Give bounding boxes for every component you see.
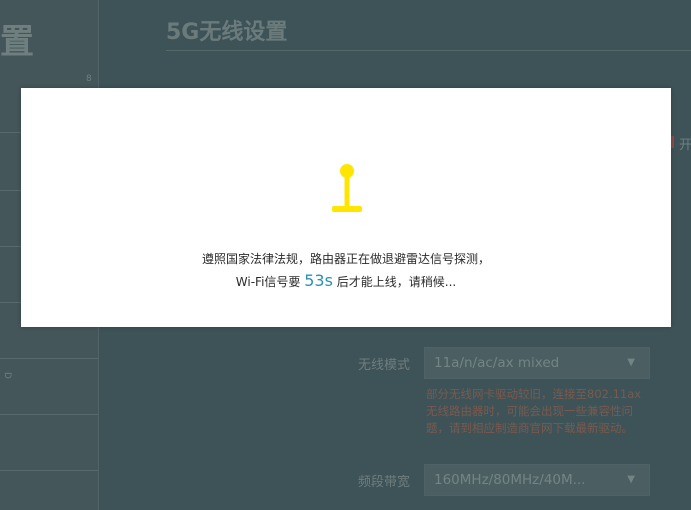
mode-select[interactable]: 11a/n/ac/ax mixed ▼	[424, 347, 650, 379]
mode-select-value: 11a/n/ac/ax mixed	[434, 355, 560, 371]
dialog-message-prefix: Wi-Fi信号要	[235, 275, 305, 289]
bandwidth-label: 频段带宽	[357, 475, 410, 490]
chevron-down-icon: ▼	[627, 357, 635, 368]
dialog-message-line1: 遵照国家法律法规，路由器正在做退避雷达信号探测，	[201, 252, 490, 266]
sidebar-title: 置	[0, 22, 34, 62]
radar-detection-dialog: 遵照国家法律法规，路由器正在做退避雷达信号探测， Wi-Fi信号要 53s 后才…	[21, 88, 671, 327]
bandwidth-select-value: 160MHz/80MHz/40M...	[434, 472, 586, 488]
sidebar-divider	[0, 470, 98, 471]
dialog-message-line2: Wi-Fi信号要 53s 后才能上线，请稍候...	[21, 271, 671, 290]
radar-antenna-icon	[332, 164, 362, 212]
sidebar-divider	[0, 358, 98, 359]
page-title: 5G无线设置	[166, 20, 288, 45]
mode-hint: 部分无线网卡驱动较旧，连接至802.11ax无线路由器时，可能会出现一些兼容性问…	[426, 387, 642, 435]
bandwidth-select[interactable]: 160MHz/80MHz/40M... ▼	[424, 464, 650, 496]
dialog-message-suffix: 后才能上线，请稍候...	[332, 275, 457, 289]
toggle-label: 开	[679, 138, 691, 153]
sidebar-scroll-marker: 8	[86, 74, 92, 84]
title-divider	[166, 50, 691, 51]
sidebar-divider	[0, 414, 98, 415]
countdown-timer: 53s	[304, 271, 333, 290]
sidebar-mark: D	[2, 372, 12, 379]
chevron-down-icon: ▼	[627, 474, 635, 485]
mode-label: 无线模式	[357, 358, 410, 373]
